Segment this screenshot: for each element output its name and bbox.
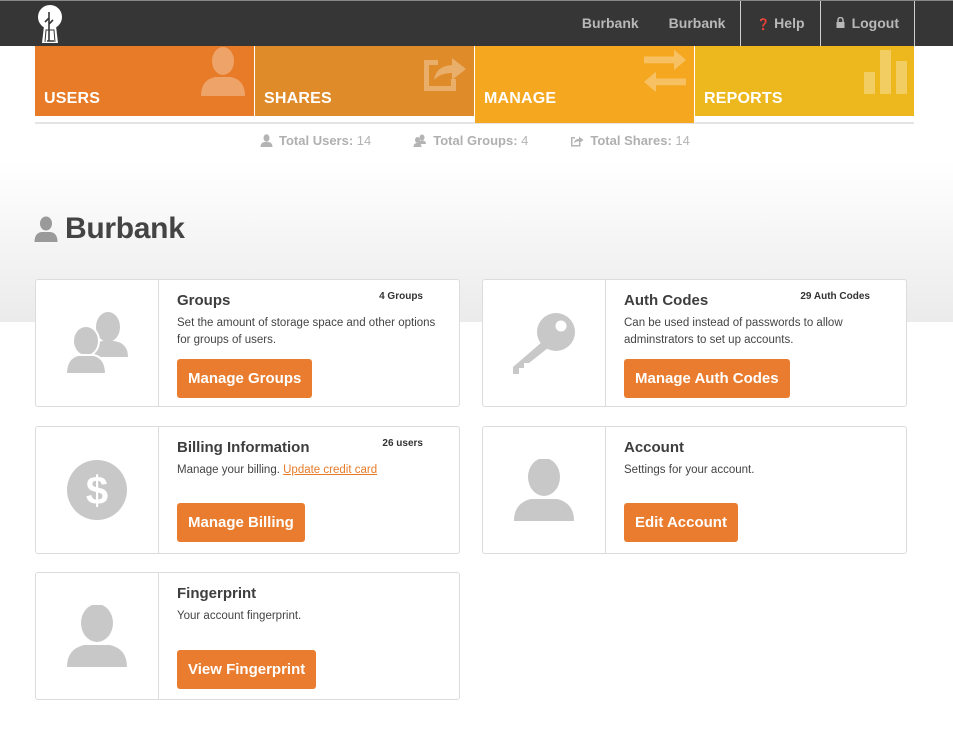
account-card-description: Settings for your account. bbox=[624, 464, 755, 476]
user-icon bbox=[260, 134, 273, 147]
stats-bar: Total Users: 14 Total Groups: 4 Total Sh… bbox=[260, 133, 690, 148]
tab-users-label: USERS bbox=[44, 90, 101, 107]
stat-total-shares: Total Shares: 14 bbox=[570, 133, 690, 148]
tab-reports-label: REPORTS bbox=[704, 90, 783, 107]
stat-groups-value: 4 bbox=[521, 133, 529, 148]
user-icon bbox=[67, 605, 127, 667]
manage-groups-button[interactable]: Manage Groups bbox=[177, 359, 313, 398]
page-title: Burbank bbox=[34, 212, 185, 246]
billing-card-icon-cell: $ bbox=[36, 427, 159, 553]
tab-users[interactable]: USERS bbox=[35, 46, 255, 116]
view-fingerprint-button[interactable]: View Fingerprint bbox=[177, 650, 317, 689]
logout-link[interactable]: Logout bbox=[819, 1, 915, 46]
key-icon bbox=[513, 313, 575, 374]
billing-card-description: Manage your billing. Update credit card bbox=[177, 462, 439, 479]
auth-codes-card: Auth Codes Can be used instead of passwo… bbox=[482, 279, 907, 407]
account-card: Account Settings for your account. Edit … bbox=[482, 426, 907, 554]
manage-auth-codes-button[interactable]: Manage Auth Codes bbox=[624, 359, 790, 398]
billing-card-description-text: Manage your billing. bbox=[177, 464, 280, 476]
bar-chart-icon bbox=[864, 50, 907, 94]
top-bar: Burbank Burbank ❓ Help Logout bbox=[0, 0, 953, 46]
group-icon bbox=[65, 312, 128, 374]
stat-users-label: Total Users: bbox=[279, 133, 354, 148]
user-icon bbox=[201, 47, 245, 96]
share-icon bbox=[571, 136, 584, 146]
stat-users-value: 14 bbox=[356, 133, 372, 148]
stat-total-users: Total Users: 14 bbox=[260, 133, 371, 148]
auth-codes-card-description: Can be used instead of passwords to allo… bbox=[624, 317, 843, 346]
groups-count-badge: 4 Groups bbox=[379, 291, 423, 302]
fingerprint-card: Fingerprint Your account fingerprint. Vi… bbox=[35, 572, 460, 700]
fingerprint-card-title: Fingerprint bbox=[177, 585, 257, 602]
top-nav: Burbank Burbank ❓ Help Logout bbox=[567, 1, 953, 46]
account-card-icon-cell bbox=[483, 427, 606, 553]
top-nav-user-link[interactable]: Burbank bbox=[567, 1, 654, 46]
logout-label: Logout bbox=[851, 15, 899, 31]
edit-account-button[interactable]: Edit Account bbox=[624, 503, 738, 542]
auth-codes-count-badge: 29 Auth Codes bbox=[800, 291, 870, 302]
group-icon bbox=[413, 134, 427, 147]
help-link[interactable]: ❓ Help bbox=[740, 1, 819, 46]
question-circle-icon: ❓ bbox=[756, 19, 771, 31]
tree-keyhole-logo-icon[interactable] bbox=[36, 4, 64, 44]
exchange-arrows-icon bbox=[644, 49, 686, 93]
tab-shares-label: SHARES bbox=[264, 90, 332, 107]
svg-text:$: $ bbox=[86, 469, 108, 513]
help-label: Help bbox=[774, 15, 805, 31]
user-icon bbox=[514, 459, 574, 521]
tab-shares[interactable]: SHARES bbox=[255, 46, 475, 116]
update-credit-card-link[interactable]: Update credit card bbox=[283, 464, 377, 476]
stat-total-groups: Total Groups: 4 bbox=[413, 133, 528, 148]
tab-manage[interactable]: MANAGE bbox=[475, 46, 695, 123]
main-tabs: USERS SHARES MANAGE REPORTS bbox=[35, 46, 914, 123]
fingerprint-card-icon-cell bbox=[36, 573, 159, 699]
auth-codes-card-icon-cell bbox=[483, 280, 606, 406]
lock-icon bbox=[836, 16, 848, 31]
groups-card: Groups Set the amount of storage space a… bbox=[35, 279, 460, 407]
tab-manage-label: MANAGE bbox=[484, 90, 557, 107]
top-nav-org-link[interactable]: Burbank bbox=[654, 1, 741, 46]
manage-billing-button[interactable]: Manage Billing bbox=[177, 503, 305, 542]
stat-groups-label: Total Groups: bbox=[433, 133, 518, 148]
stat-shares-label: Total Shares: bbox=[590, 133, 672, 148]
account-card-title: Account bbox=[624, 439, 684, 456]
billing-card: $ Billing Information Manage your billin… bbox=[35, 426, 460, 554]
page-title-text: Burbank bbox=[65, 212, 185, 245]
top-nav-user-label: Burbank bbox=[581, 15, 639, 31]
groups-card-description: Set the amount of storage space and othe… bbox=[177, 317, 436, 346]
user-icon bbox=[34, 216, 58, 242]
share-icon bbox=[424, 58, 466, 91]
dollar-circle-icon: $ bbox=[67, 460, 127, 520]
fingerprint-card-description: Your account fingerprint. bbox=[177, 610, 302, 622]
groups-card-icon-cell bbox=[36, 280, 159, 406]
top-nav-org-label: Burbank bbox=[668, 15, 726, 31]
stat-shares-value: 14 bbox=[675, 133, 690, 148]
tab-reports[interactable]: REPORTS bbox=[695, 46, 914, 116]
billing-users-badge: 26 users bbox=[382, 438, 423, 449]
